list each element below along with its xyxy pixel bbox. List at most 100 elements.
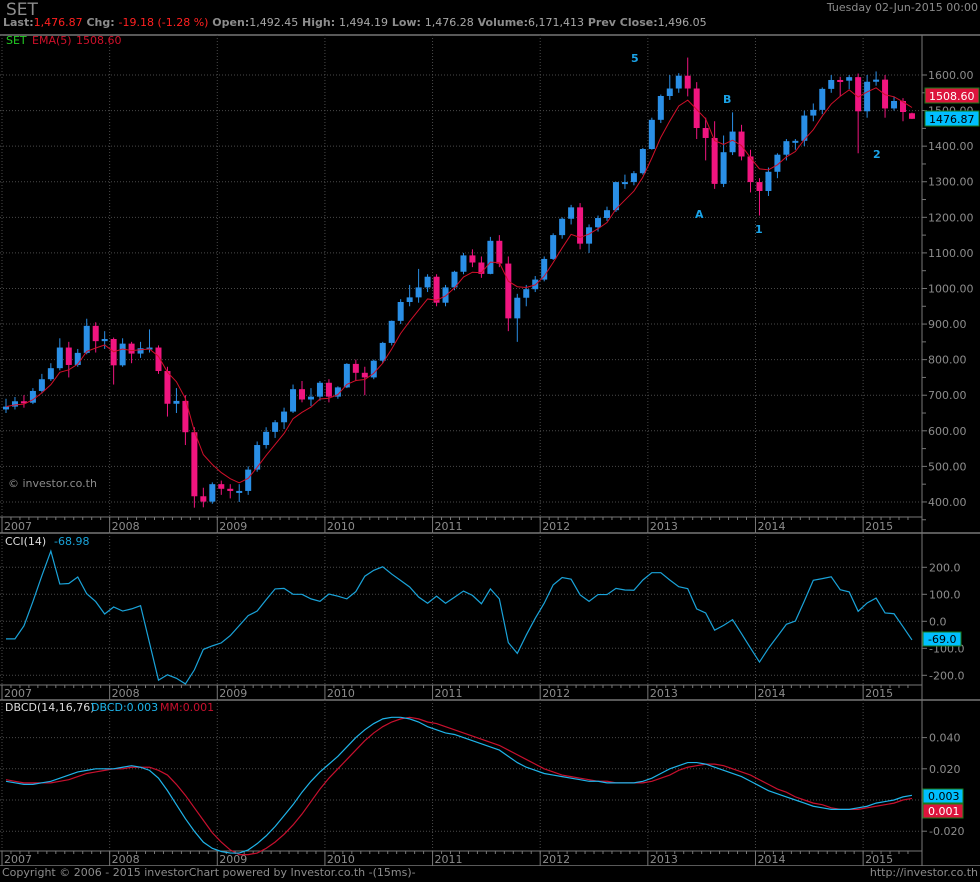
candle-up [74, 352, 81, 365]
candle-up [720, 152, 727, 184]
x-tick-label-1: 2011 [435, 687, 463, 700]
wave-label: A [695, 208, 704, 221]
candle-up [559, 218, 566, 236]
dbcd-tick-label: -0.020 [929, 825, 964, 838]
watermark: © investor.co.th [8, 477, 97, 490]
candle-down [128, 343, 135, 354]
x-tick-label-0: 2011 [435, 520, 463, 533]
candle-up [621, 182, 628, 185]
site-link[interactable]: http://investor.co.th [870, 866, 978, 879]
cci-tick-label: 0.0 [929, 615, 947, 628]
candle-up [657, 95, 664, 120]
candle-up [630, 173, 637, 183]
candle-down [227, 488, 234, 491]
candle-up [523, 289, 530, 298]
x-tick-label-1: 2010 [327, 687, 355, 700]
candle-up [388, 320, 395, 343]
wave-label: 1 [755, 223, 763, 236]
candle-up [281, 411, 288, 423]
candle-up [568, 207, 575, 219]
candle-up [11, 401, 18, 407]
candle-down [325, 382, 332, 397]
x-tick-label-0: 2012 [542, 520, 570, 533]
candle-down [702, 128, 709, 138]
dbcd-badge-text: 0.003 [928, 790, 960, 803]
price-tick-label: 1200.00 [928, 211, 974, 224]
dbcd-value: DBCD:0.003 [91, 701, 158, 714]
candle-up [307, 396, 314, 400]
candle-up [864, 81, 871, 112]
x-tick-label-2: 2008 [112, 853, 140, 866]
candle-up [119, 343, 126, 366]
candle-down [496, 240, 503, 264]
candle-up [316, 382, 323, 397]
wave-label: 5 [631, 52, 639, 65]
candle-down [684, 75, 691, 89]
candle-up [101, 339, 108, 342]
candle-up [254, 445, 261, 470]
cci-line [6, 549, 913, 685]
x-tick-label-2: 2011 [435, 853, 463, 866]
x-tick-label-1: 2013 [650, 687, 678, 700]
price-tick-label: 900.00 [928, 318, 967, 331]
candle-up [514, 297, 521, 319]
price-tick-label: 1000.00 [928, 282, 974, 295]
x-tick-label-0: 2013 [650, 520, 678, 533]
price-tick-label: 1400.00 [928, 140, 974, 153]
candle-up [586, 227, 593, 244]
candle-up [406, 297, 413, 303]
mm-value: MM:0.001 [160, 701, 214, 714]
legend-ema-value: 1508.60 [76, 34, 122, 47]
x-tick-label-1: 2007 [4, 687, 32, 700]
chart-canvas[interactable]: 2007 2008 2009 2010 2011 2012 2013 2014 2015 2007… [0, 0, 980, 866]
price-tick-label: 700.00 [928, 389, 967, 402]
candle-down [837, 79, 844, 82]
candle-up [442, 287, 449, 303]
candle-down [352, 363, 359, 373]
dbcd-title: DBCD(14,16,76) [5, 701, 95, 714]
candle-up [415, 287, 422, 298]
candle-up [603, 210, 610, 219]
candle-down [191, 432, 198, 497]
candle-down [756, 182, 763, 191]
last-price-badge-text: 1476.87 [929, 113, 975, 126]
candle-up [56, 347, 63, 369]
x-tick-label-0: 2008 [112, 520, 140, 533]
candle-up [612, 182, 619, 211]
price-tick-label: 1300.00 [928, 176, 974, 189]
wave-label: 2 [873, 148, 881, 161]
candle-up [792, 140, 799, 143]
candle-up [245, 469, 252, 491]
candle-up [810, 109, 817, 116]
x-tick-label-0: 2015 [865, 520, 893, 533]
candle-up [173, 400, 180, 404]
candle-up [236, 490, 243, 493]
price-tick-label: 800.00 [928, 354, 967, 367]
x-tick-label-1: 2015 [865, 687, 893, 700]
candle-up [460, 255, 467, 272]
candle-down [65, 347, 72, 365]
candle-down [469, 255, 476, 263]
x-tick-label-0: 2009 [219, 520, 247, 533]
candle-down [577, 207, 584, 244]
candle-up [666, 88, 673, 96]
legend-ema-label: EMA(5) [32, 34, 72, 47]
price-tick-label: 400.00 [928, 496, 967, 509]
candle-up [38, 379, 45, 391]
candle-up [379, 342, 386, 361]
price-tick-label: 500.00 [928, 460, 967, 473]
dbcd-tick-label: 0.020 [929, 763, 961, 776]
copyright-text: Copyright © 2006 - 2015 investorChart po… [2, 866, 416, 879]
cci-tick-label: 100.0 [929, 588, 961, 601]
wave-label: B [723, 93, 731, 106]
cci-title: CCI(14) [5, 535, 46, 548]
x-tick-label-2: 2013 [650, 853, 678, 866]
x-tick-label-0: 2010 [327, 520, 355, 533]
legend-symbol: SET [6, 34, 27, 47]
x-tick-label-2: 2007 [4, 853, 32, 866]
candle-up [272, 422, 279, 432]
candle-up [263, 431, 270, 446]
ema-line [5, 87, 913, 484]
candle-up [648, 119, 655, 150]
candle-down [693, 88, 700, 129]
